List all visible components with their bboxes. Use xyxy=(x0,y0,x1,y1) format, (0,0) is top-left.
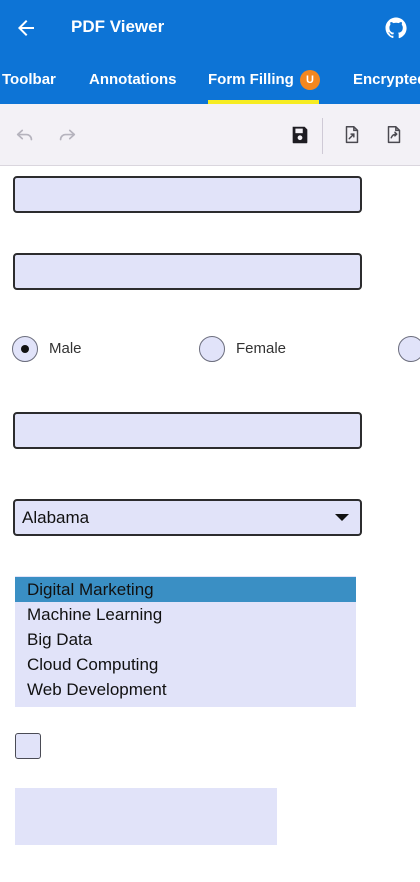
state-dropdown[interactable]: Alabama xyxy=(13,499,362,536)
arrow-left-icon[interactable] xyxy=(14,16,38,40)
radio-male-label: Male xyxy=(49,340,82,357)
github-icon[interactable] xyxy=(384,16,408,40)
tab-badge: U xyxy=(300,70,320,90)
tab-form-filling[interactable]: Form Filling xyxy=(208,56,294,104)
tab-encrypted[interactable]: Encrypted xyxy=(353,56,420,104)
pdf-toolbar xyxy=(0,104,420,166)
undo-icon[interactable] xyxy=(14,124,36,146)
share-export-icon[interactable] xyxy=(383,124,405,146)
tab-annotations[interactable]: Annotations xyxy=(89,56,177,104)
dropdown-arrow-icon xyxy=(335,514,349,521)
tab-toolbar[interactable]: Toolbar xyxy=(2,56,56,104)
courses-listbox[interactable]: Digital Marketing Machine Learning Big D… xyxy=(15,576,356,707)
signature-field[interactable] xyxy=(15,788,277,845)
state-dropdown-value: Alabama xyxy=(22,508,90,527)
list-item[interactable]: Big Data xyxy=(15,627,356,652)
radio-male[interactable] xyxy=(12,336,38,362)
radio-female-label: Female xyxy=(236,340,287,357)
export-icon[interactable] xyxy=(341,124,363,146)
app-bar: PDF Viewer xyxy=(0,0,420,56)
page-title: PDF Viewer xyxy=(71,17,165,36)
list-item[interactable]: Cloud Computing xyxy=(15,652,356,677)
radio-other[interactable] xyxy=(398,336,420,362)
radio-female[interactable] xyxy=(199,336,225,362)
tab-bar: Toolbar Annotations Form Filling Encrypt… xyxy=(0,56,420,104)
name-text-field[interactable] xyxy=(13,176,362,213)
list-item[interactable]: Machine Learning xyxy=(15,602,356,627)
email-text-field[interactable] xyxy=(13,412,362,449)
redo-icon[interactable] xyxy=(56,124,78,146)
list-item[interactable]: Web Development xyxy=(15,677,356,702)
list-item[interactable]: Digital Marketing xyxy=(15,577,356,602)
toolbar-divider xyxy=(322,118,323,154)
pdf-viewer-screen: PDF Viewer Toolbar Annotations Form Fill… xyxy=(0,0,420,882)
radio-selected-dot xyxy=(21,345,29,353)
agree-checkbox[interactable] xyxy=(15,733,41,759)
save-icon[interactable] xyxy=(289,124,311,146)
dob-text-field[interactable] xyxy=(13,253,362,290)
